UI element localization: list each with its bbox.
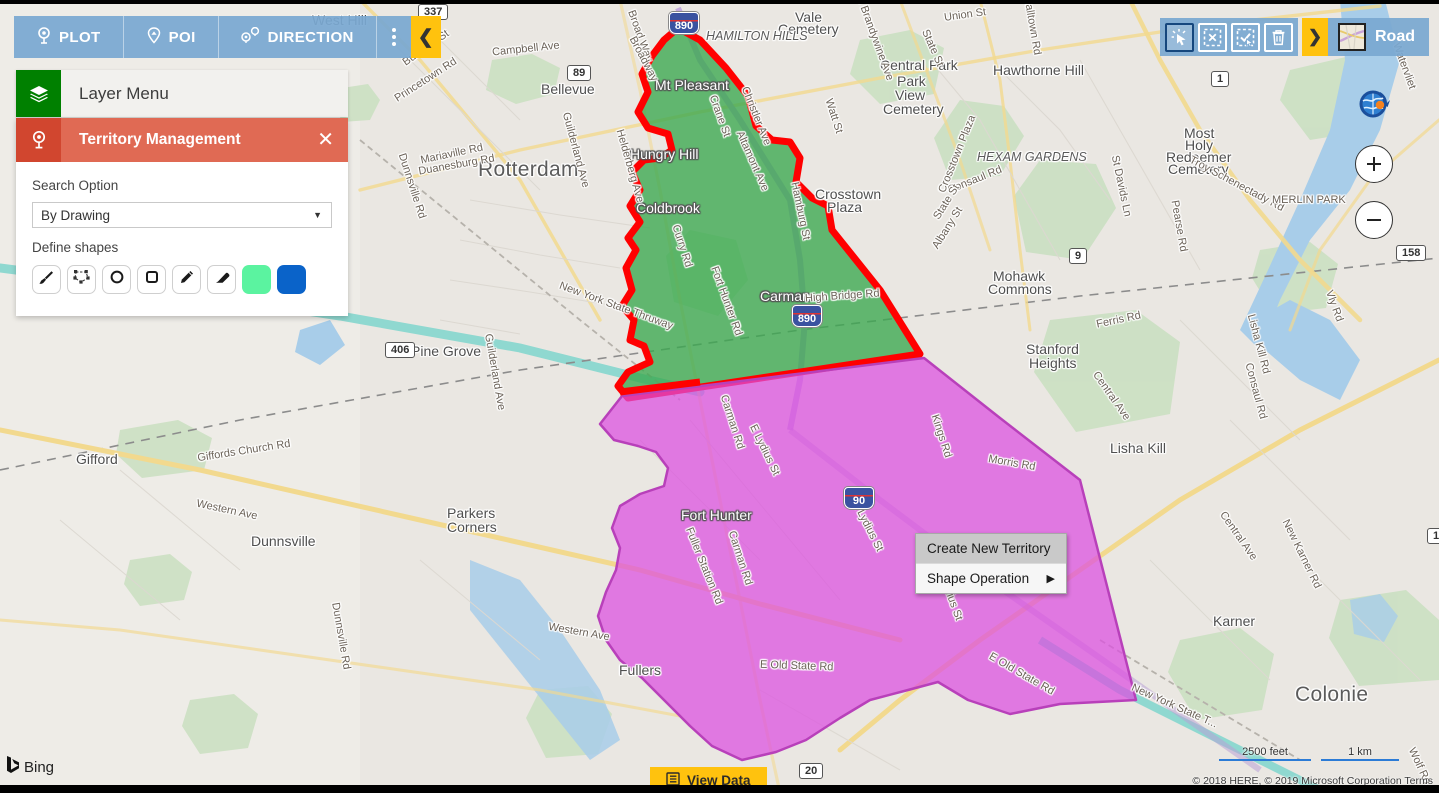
- marquee-x-icon: [1203, 28, 1222, 46]
- scale-imperial-line: [1219, 759, 1311, 761]
- zoom-in-button[interactable]: [1355, 145, 1393, 183]
- confirm-selection-button[interactable]: [1231, 22, 1260, 52]
- scale-imperial-label: 2500 feet: [1242, 746, 1288, 758]
- map-pin-icon: [16, 118, 61, 162]
- polygon-edit-tool[interactable]: [67, 265, 96, 294]
- territory-management-panel: Territory Management ✕ Search Option By …: [16, 118, 348, 316]
- clear-selection-button[interactable]: [1198, 22, 1227, 52]
- green-swatch[interactable]: [242, 265, 271, 294]
- bing-logo[interactable]: Bing: [6, 755, 54, 779]
- territory-panel-header: Territory Management ✕: [16, 118, 348, 162]
- polygon-nodes-icon: [72, 269, 91, 290]
- bing-label: Bing: [24, 758, 55, 776]
- nav-item-poi[interactable]: POI: [124, 16, 219, 58]
- delete-selection-button[interactable]: [1264, 22, 1293, 52]
- scale-imperial: 2500 feet: [1219, 746, 1311, 761]
- context-menu-label: Shape Operation: [927, 571, 1030, 586]
- bing-logo-icon: [6, 755, 20, 779]
- chevron-left-icon[interactable]: ❮: [410, 16, 441, 58]
- chevron-down-icon: ▼: [313, 210, 322, 220]
- globe-locate-icon[interactable]: [1354, 84, 1394, 124]
- plot-pin-icon: [36, 26, 52, 48]
- nav-item-plot[interactable]: PLOT: [14, 16, 124, 58]
- square-icon: [144, 269, 160, 290]
- paintbrush-icon: [38, 269, 55, 291]
- window-top-border: [0, 0, 1439, 4]
- pencil-tool[interactable]: [172, 265, 201, 294]
- territory-panel-body: Search Option By Drawing ▼ Define shapes: [16, 162, 348, 316]
- eraser-tool[interactable]: [207, 265, 236, 294]
- top-navigation-bar: PLOT POI DIRECTION ❮: [14, 16, 441, 58]
- layer-menu-panel[interactable]: Layer Menu: [16, 70, 348, 117]
- more-options-icon[interactable]: [377, 16, 411, 58]
- search-option-value: By Drawing: [41, 207, 111, 223]
- nav-label-direction: DIRECTION: [267, 28, 354, 46]
- blue-swatch[interactable]: [277, 265, 306, 294]
- map-type-road-button[interactable]: Road: [1328, 18, 1429, 56]
- context-menu-label: Create New Territory: [927, 541, 1051, 556]
- eraser-icon: [213, 270, 231, 290]
- scale-metric: 1 km: [1321, 746, 1399, 761]
- layer-menu-title: Layer Menu: [79, 83, 169, 103]
- plus-icon: [1367, 157, 1381, 171]
- scale-bar: 2500 feet 1 km: [1219, 746, 1399, 761]
- road-map-thumbnail-icon: [1338, 23, 1366, 51]
- submenu-arrow-icon: ▶: [1046, 573, 1055, 585]
- rectangle-tool[interactable]: [137, 265, 166, 294]
- select-cursor-icon: [1171, 28, 1186, 45]
- nav-item-direction[interactable]: DIRECTION: [219, 16, 377, 58]
- close-icon[interactable]: ✕: [317, 130, 334, 150]
- brush-tool[interactable]: [32, 265, 61, 294]
- shape-tool-row: [32, 265, 332, 294]
- select-pointer-button[interactable]: [1165, 22, 1194, 52]
- context-menu: Create New Territory Shape Operation ▶: [915, 533, 1067, 594]
- window-bottom-border: [0, 785, 1439, 793]
- layers-icon: [16, 70, 61, 117]
- trash-icon: [1272, 29, 1285, 45]
- pencil-icon: [178, 269, 195, 291]
- search-option-select[interactable]: By Drawing ▼: [32, 202, 332, 228]
- nav-label-plot: PLOT: [59, 28, 101, 46]
- define-shapes-label: Define shapes: [32, 240, 119, 255]
- map-type-bar: ❯ Road: [1302, 18, 1429, 56]
- context-menu-item-create-new-territory[interactable]: Create New Territory: [916, 534, 1066, 563]
- selection-toolbar: [1160, 18, 1298, 56]
- marquee-check-icon: [1236, 28, 1255, 47]
- poi-pin-icon: [146, 26, 162, 48]
- map-application: RotterdamColonieBellevueWest HillHawthor…: [0, 0, 1439, 793]
- scale-metric-label: 1 km: [1348, 746, 1372, 758]
- scale-metric-line: [1321, 759, 1399, 761]
- direction-pin-icon: [240, 26, 261, 48]
- minus-icon: [1367, 219, 1381, 221]
- nav-label-poi: POI: [168, 28, 196, 46]
- circle-tool[interactable]: [102, 265, 131, 294]
- circle-icon: [109, 269, 125, 290]
- zoom-out-button[interactable]: [1355, 201, 1393, 239]
- territory-panel-title: Territory Management: [79, 131, 241, 148]
- context-menu-item-shape-operation[interactable]: Shape Operation ▶: [916, 563, 1066, 593]
- map-type-label: Road: [1375, 28, 1415, 45]
- chevron-right-icon[interactable]: ❯: [1302, 18, 1328, 56]
- search-option-label: Search Option: [32, 178, 119, 193]
